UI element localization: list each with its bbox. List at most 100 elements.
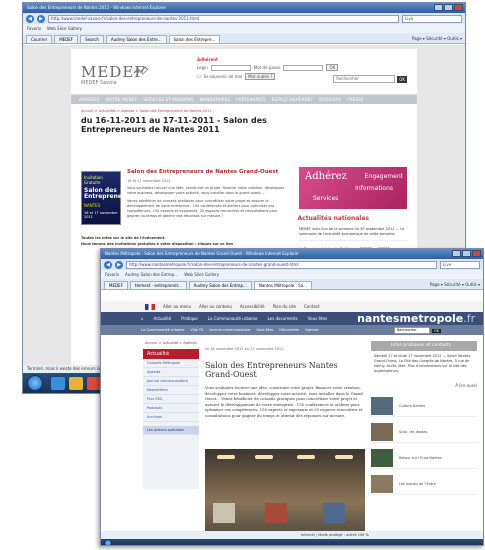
start-orb-icon[interactable] — [104, 539, 112, 545]
forward-icon[interactable]: ▶ — [37, 14, 45, 23]
related-item[interactable]: Culture Nantes — [371, 395, 477, 417]
minimize-button[interactable] — [452, 250, 461, 257]
top-link[interactable]: Plan du site — [273, 304, 296, 309]
invitation-link[interactable]: Nous tenons des invitations gratuites à … — [81, 242, 233, 246]
favorites-bar: Favoris Web Slice Gallery — [23, 24, 465, 33]
maximize-button[interactable] — [462, 250, 471, 257]
sidebar-item[interactable]: Agenda — [143, 368, 199, 377]
tab-audrey[interactable]: Audrey Salon des Entrep... — [188, 281, 252, 289]
ie-taskbar-icon[interactable] — [51, 377, 65, 390]
event-site-link[interactable]: Toutes les infos sur le site de l'événem… — [81, 236, 166, 240]
web-slice-link[interactable]: Web Slice Gallery — [184, 272, 219, 277]
tab-bar: MEDEF Hemest - entreprendr... Audrey Sal… — [101, 279, 483, 290]
related-item[interactable]: Suivi, les leades — [371, 421, 477, 443]
sidebar-item[interactable]: Podcasts — [143, 404, 199, 413]
url-field[interactable]: http://www.nantesmetropole.fr/salon-des-… — [126, 260, 437, 269]
site-search: Rechercher OK — [333, 75, 407, 83]
tab-salon[interactable]: Salon des Entrepre... — [168, 35, 221, 43]
subnav-item[interactable]: Démarches — [279, 328, 299, 332]
nav-dossiers[interactable]: DOSSIERS — [319, 97, 341, 102]
related-item[interactable]: Retour sur l'Euro Nantes — [371, 447, 477, 469]
infos-text: Samedi 17 et jeudi 17 novembre 2011 — Sa… — [374, 354, 471, 373]
nav-espace-adherent[interactable]: ESPACE ADHÉRENT — [272, 97, 314, 102]
site-search-button[interactable]: OK — [397, 75, 407, 83]
favorites-button[interactable]: Favoris — [27, 26, 41, 31]
subnav-item[interactable]: Ville TV — [190, 328, 203, 332]
remember-checkbox[interactable]: ☐ — [197, 74, 201, 79]
explorer-taskbar-icon[interactable] — [69, 377, 83, 390]
close-button[interactable] — [472, 250, 481, 257]
actu-item[interactable]: MEDEF Actu-Eco de la semaine du 30 septe… — [299, 227, 407, 241]
nav-partenaires[interactable]: PARTENAIRES — [236, 97, 265, 102]
browser-search-input[interactable]: Live — [402, 14, 462, 23]
site-logo[interactable]: nantesmetropole.fr — [357, 312, 475, 325]
breadcrumb[interactable]: Accueil > Actualité > Agenda — [145, 341, 197, 345]
site-search-input[interactable]: Rechercher — [393, 327, 430, 334]
browser-tools-menu[interactable]: Page ▾ Sécurité ▾ Outils ▾ — [430, 282, 480, 289]
nav-pratique[interactable]: Pratique — [181, 316, 198, 321]
subnav-item[interactable]: Agenda — [305, 328, 318, 332]
article-body: Vous souhaitez trouver une idée, constru… — [127, 186, 289, 219]
site-search-button[interactable]: OK — [431, 328, 441, 333]
top-link[interactable]: Accessibilité — [240, 304, 265, 309]
tab-medef[interactable]: MEDEF — [104, 281, 128, 289]
subnav-item[interactable]: Vous êtes — [256, 328, 273, 332]
forward-icon[interactable]: ▶ — [115, 260, 123, 269]
close-button[interactable] — [454, 4, 463, 11]
ad-adherez: Adhérez — [305, 171, 347, 182]
browser-tools-menu[interactable]: Page ▾ Sécurité ▾ Outils ▾ — [412, 36, 462, 43]
subnav-item[interactable]: Journal communautaire — [209, 328, 250, 332]
related-caption: Retour sur l'Euro Nantes — [399, 455, 442, 460]
breadcrumb[interactable]: Accueil > Actualités > Agenda > Salon de… — [81, 109, 417, 113]
tab-medef[interactable]: MEDEF — [54, 35, 79, 43]
url-field[interactable]: http://www.medef-savoie.fr/salon-des-ent… — [48, 14, 399, 23]
home-icon[interactable]: ⌂ — [141, 316, 144, 321]
nav-mandataires[interactable]: MANDATAIRES — [200, 97, 231, 102]
web-slice-link[interactable]: Web Slice Gallery — [47, 26, 82, 31]
nav-vous-etes[interactable]: Vous êtes — [308, 316, 327, 321]
audrey-link[interactable]: Audrey Salon des Entrep... — [125, 272, 178, 277]
login-pass-field[interactable] — [283, 64, 324, 71]
sidebar-item[interactable]: Archives — [143, 413, 199, 422]
browser-search-input[interactable]: Live — [440, 260, 480, 269]
login-user-field[interactable] — [210, 64, 251, 71]
sidebar-item[interactable]: Journal communautaire — [143, 377, 199, 386]
top-link[interactable]: Aller au contenu — [199, 304, 232, 309]
logo-tld: .fr — [463, 312, 476, 325]
login-ok-button[interactable]: OK — [326, 64, 339, 71]
top-link[interactable]: Contact — [304, 304, 320, 309]
sidebar-heading: Actualité — [143, 349, 199, 359]
media-taskbar-icon[interactable] — [87, 377, 101, 390]
tab-search[interactable]: Search — [80, 35, 104, 43]
nav-adherer[interactable]: ADHÉRER — [79, 97, 100, 102]
related-item[interactable]: Les marais de l'Erdre — [371, 473, 477, 495]
nav-communaute[interactable]: La Communauté urbaine — [208, 316, 258, 321]
sidebar-item[interactable]: Flux RSS — [143, 395, 199, 404]
top-link[interactable]: Aller au menu — [163, 304, 191, 309]
nav-services[interactable]: SERVICES ET MISSIONS — [143, 97, 193, 102]
adherez-banner[interactable]: Adhérez Engagement Informations Services — [299, 167, 407, 209]
forgot-password-link[interactable]: Mot oublié ? — [245, 73, 276, 80]
nav-documents[interactable]: Les documents — [268, 316, 298, 321]
tab-hemest[interactable]: Hemest - entreprendr... — [129, 281, 187, 289]
tab-audrey[interactable]: Audrey Salon des Entre... — [105, 35, 167, 43]
nav-actualite[interactable]: Actualité — [154, 316, 172, 321]
site-search-input[interactable]: Rechercher — [333, 75, 396, 83]
tab-nantes[interactable]: Nantes Métropole : Sa... — [253, 281, 312, 289]
sidebar-item[interactable]: Newsletters — [143, 386, 199, 395]
main-nav: ⌂ Actualité Pratique La Communauté urbai… — [101, 312, 483, 325]
back-icon[interactable]: ◀ — [104, 260, 112, 269]
address-bar: ◀ ▶ http://www.nantesmetropole.fr/salon-… — [101, 259, 483, 270]
window-title-bar: Nantes Métropole : Salon des Entrepreneu… — [101, 249, 483, 259]
sidebar-item[interactable]: Conseils Métropole — [143, 359, 199, 368]
maximize-button[interactable] — [444, 4, 453, 11]
nav-presse[interactable]: PRESSE — [347, 97, 364, 102]
back-icon[interactable]: ◀ — [26, 14, 34, 23]
sidebar-item-highlight[interactable]: Les actions spéciales — [143, 426, 199, 435]
nav-notre-medef[interactable]: NOTRE MEDEF — [106, 97, 137, 102]
start-orb-icon[interactable] — [27, 375, 43, 391]
minimize-button[interactable] — [434, 4, 443, 11]
subnav-item[interactable]: La Communauté urbaine — [141, 328, 184, 332]
favorites-button[interactable]: Favoris — [105, 272, 119, 277]
tab-courrier[interactable]: Courrier — [26, 35, 53, 43]
